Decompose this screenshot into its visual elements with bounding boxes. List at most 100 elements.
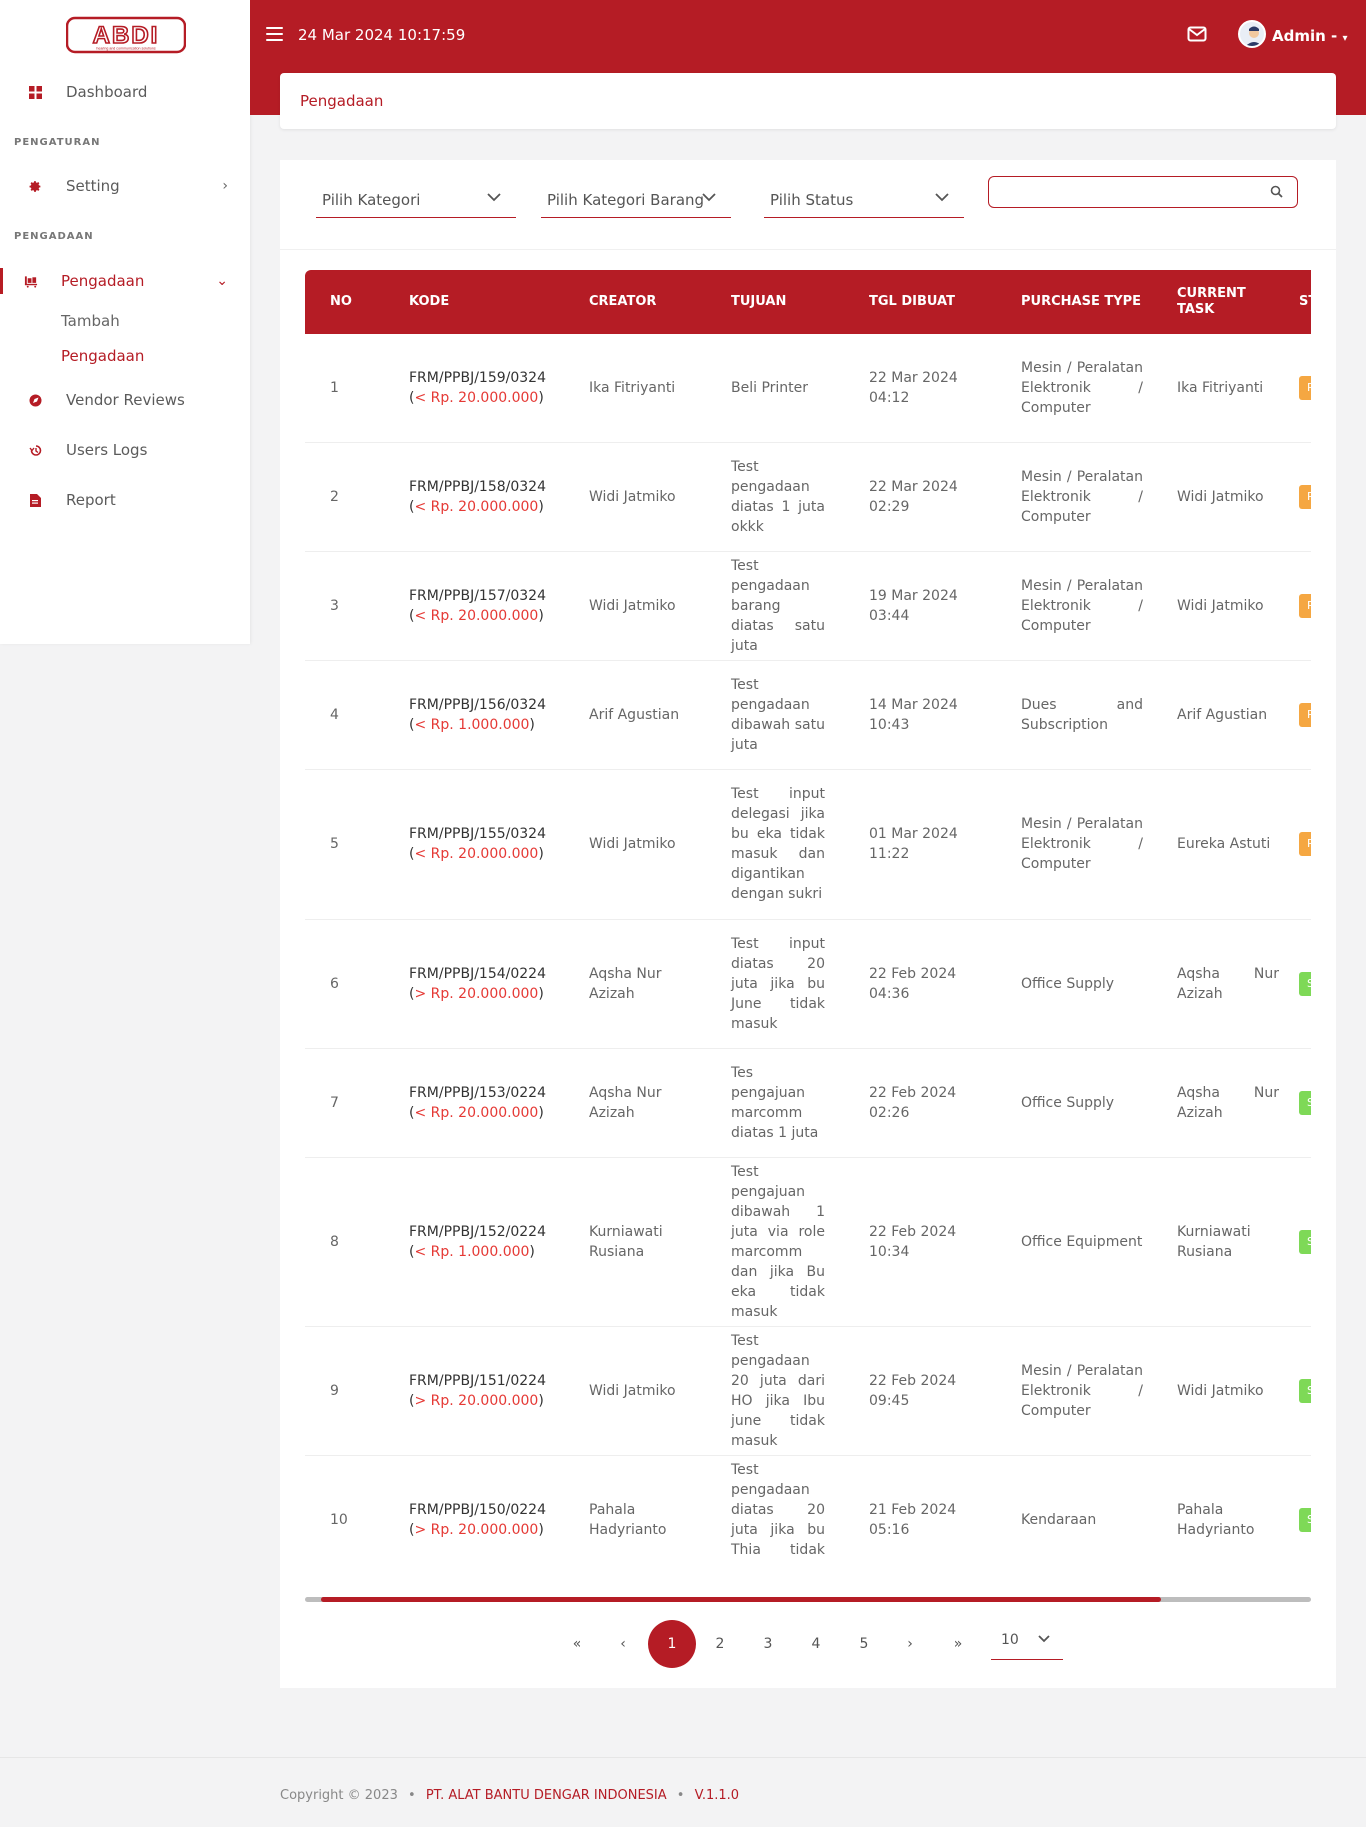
status-badge[interactable]: Pending	[1299, 832, 1311, 856]
kode-text: FRM/PPBJ/159/0324	[409, 369, 546, 386]
cell-kode: FRM/PPBJ/155/0324 (< Rp. 20.000.000)	[399, 769, 561, 920]
abdi-logo[interactable]: ABDI hearing and communication solutions	[66, 16, 186, 56]
column-header-no[interactable]: NO	[305, 270, 399, 334]
search-icon[interactable]	[1270, 185, 1283, 198]
sidebar-item-label: Vendor Reviews	[66, 391, 185, 409]
horizontal-scrollbar[interactable]	[305, 1597, 1311, 1602]
status-badge[interactable]: Selesai	[1299, 1378, 1311, 1403]
app-version: V.1.1.0	[694, 1788, 740, 1803]
sidebar-item-pengadaan[interactable]: Pengadaan ⌄	[0, 261, 250, 301]
cell-kode: FRM/PPBJ/153/0224 (< Rp. 20.000.000)	[399, 1048, 561, 1158]
sidebar-item-report[interactable]: Report	[0, 480, 250, 520]
scrollbar-thumb[interactable]	[321, 1597, 1161, 1602]
mail-icon[interactable]	[1187, 26, 1207, 42]
column-header-creator[interactable]: CREATOR	[561, 270, 697, 334]
grid-icon	[28, 85, 42, 99]
column-header-tgl-dibuat[interactable]: TGL DIBUAT	[835, 270, 987, 334]
file-icon	[28, 493, 42, 507]
page-button-5[interactable]: 5	[851, 1620, 877, 1668]
sidebar-item-setting[interactable]: Setting ›	[0, 166, 250, 206]
status-badge[interactable]: Pending	[1299, 484, 1311, 509]
cell-creator: Arif Agustian	[561, 660, 697, 770]
avatar[interactable]	[1238, 20, 1266, 48]
amount-operator: <	[414, 1243, 427, 1260]
amount-text: Rp. 20.000.000	[430, 498, 539, 515]
table-row[interactable]: 4 FRM/PPBJ/156/0324 (< Rp. 1.000.000) Arif …	[305, 660, 1311, 770]
cell-tgl-dibuat: 22 Feb 2024 04:36	[835, 919, 987, 1049]
page-button-2[interactable]: 2	[707, 1620, 733, 1668]
table-row[interactable]: 2 FRM/PPBJ/158/0324 (< Rp. 20.000.000) Widi…	[305, 442, 1311, 552]
cell-tujuan: Tes pengajuan marcomm diatas 1 juta	[697, 1048, 835, 1158]
footer-separator: •	[408, 1788, 416, 1803]
hamburger-menu-icon[interactable]	[266, 27, 283, 41]
amount-text: Rp. 20.000.000	[430, 389, 539, 406]
status-badge[interactable]: Pending	[1299, 375, 1311, 400]
kode-text: FRM/PPBJ/158/0324	[409, 478, 546, 495]
column-header-purchase-type[interactable]: PURCHASE TYPE	[987, 270, 1153, 334]
sidebar-item-vendor-reviews[interactable]: Vendor Reviews	[0, 380, 250, 420]
search-input[interactable]	[999, 177, 1269, 205]
status-badge[interactable]: Pending	[1299, 593, 1311, 618]
column-header-tujuan[interactable]: TUJUAN	[697, 270, 835, 334]
cell-status: Pending	[1289, 551, 1311, 661]
cell-tgl-dibuat: 22 Feb 2024 02:26	[835, 1048, 987, 1158]
cell-current-task: Widi Jatmiko	[1153, 1326, 1289, 1456]
kategori-barang-select[interactable]: Pilih Kategori Barang	[541, 184, 731, 218]
status-badge[interactable]: Pending	[1299, 702, 1311, 727]
first-page-button[interactable]: «	[563, 1620, 591, 1668]
page-button-3[interactable]: 3	[755, 1620, 781, 1668]
table-row[interactable]: 8 FRM/PPBJ/152/0224 (< Rp. 1.000.000) Kurni…	[305, 1157, 1311, 1327]
status-select[interactable]: Pilih Status	[764, 184, 964, 218]
kode-text: FRM/PPBJ/152/0224	[409, 1223, 546, 1240]
cell-creator: Widi Jatmiko	[561, 551, 697, 661]
column-header-status[interactable]: STA	[1289, 270, 1311, 334]
status-badge[interactable]: Selesai	[1299, 1090, 1311, 1115]
status-badge[interactable]: Selesai	[1299, 971, 1311, 996]
kode-text: FRM/PPBJ/150/0224	[409, 1501, 546, 1518]
sidebar-item-users-logs[interactable]: Users Logs	[0, 430, 250, 470]
table-row[interactable]: 3 FRM/PPBJ/157/0324 (< Rp. 20.000.000) Widi…	[305, 551, 1311, 661]
gear-icon	[28, 179, 42, 193]
chevron-right-icon: ›	[222, 178, 228, 194]
cell-no: 2	[305, 442, 399, 552]
sidebar-item-dashboard[interactable]: Dashboard	[0, 72, 250, 112]
company-name: PT. ALAT BANTU DENGAR INDONESIA	[425, 1788, 667, 1803]
cell-purchase-type: Mesin / Peralatan Elektronik / Computer	[987, 1326, 1153, 1456]
next-page-button[interactable]: ›	[898, 1620, 922, 1668]
kategori-select[interactable]: Pilih Kategori	[316, 184, 516, 218]
table-row[interactable]: 5 FRM/PPBJ/155/0324 (< Rp. 20.000.000) Widi…	[305, 769, 1311, 920]
cell-kode: FRM/PPBJ/158/0324 (< Rp. 20.000.000)	[399, 442, 561, 552]
table-header-row: NO KODE CREATOR TUJUAN TGL DIBUAT PURCHA…	[305, 270, 1311, 334]
status-badge[interactable]: Selesai	[1299, 1507, 1311, 1532]
cell-no: 1	[305, 334, 399, 443]
sidebar-item-label: Setting	[66, 177, 120, 195]
user-name: Admin -	[1272, 27, 1338, 45]
last-page-button[interactable]: »	[944, 1620, 972, 1668]
user-menu[interactable]: Admin - ▾	[1272, 27, 1348, 45]
amount-operator: <	[414, 607, 427, 624]
cell-tujuan: Test input diatas 20 juta jika bu June t…	[697, 919, 835, 1049]
footer: Copyright © 2023 • PT. ALAT BANTU DENGAR…	[0, 1757, 1366, 1827]
page-button-4[interactable]: 4	[803, 1620, 829, 1668]
per-page-select[interactable]: 10	[991, 1620, 1063, 1660]
cell-tujuan: Test input delegasi jika bu eka tidak ma…	[697, 769, 835, 920]
prev-page-button[interactable]: ‹	[611, 1620, 635, 1668]
table-row[interactable]: 7 FRM/PPBJ/153/0224 (< Rp. 20.000.000) Aqsh…	[305, 1048, 1311, 1158]
page-button-1[interactable]: 1	[648, 1620, 696, 1668]
amount-text: Rp. 20.000.000	[430, 1521, 539, 1538]
sidebar-subitem-tambah[interactable]: Tambah	[61, 312, 120, 330]
procurement-table-container[interactable]: NO KODE CREATOR TUJUAN TGL DIBUAT PURCHA…	[305, 270, 1311, 1563]
table-row[interactable]: 6 FRM/PPBJ/154/0224 (> Rp. 20.000.000) Aqsh…	[305, 919, 1311, 1049]
cell-no: 10	[305, 1455, 399, 1563]
column-header-kode[interactable]: KODE	[399, 270, 561, 334]
cell-tgl-dibuat: 22 Mar 2024 04:12	[835, 334, 987, 443]
column-header-current-task[interactable]: CURRENT TASK	[1153, 270, 1289, 334]
sidebar: ABDI hearing and communication solutions…	[0, 0, 250, 644]
cell-tujuan: Test pengajuan dibawah 1 juta via role m…	[697, 1157, 835, 1327]
kode-text: FRM/PPBJ/155/0324	[409, 826, 546, 842]
status-badge[interactable]: Selesai	[1299, 1229, 1311, 1254]
table-row[interactable]: 1 FRM/PPBJ/159/0324 (< Rp. 20.000.000) Ika …	[305, 334, 1311, 443]
table-row[interactable]: 10 FRM/PPBJ/150/0224 (> Rp. 20.000.000) Pah…	[305, 1455, 1311, 1563]
table-row[interactable]: 9 FRM/PPBJ/151/0224 (> Rp. 20.000.000) Widi…	[305, 1326, 1311, 1456]
sidebar-subitem-pengadaan[interactable]: Pengadaan	[61, 347, 144, 365]
